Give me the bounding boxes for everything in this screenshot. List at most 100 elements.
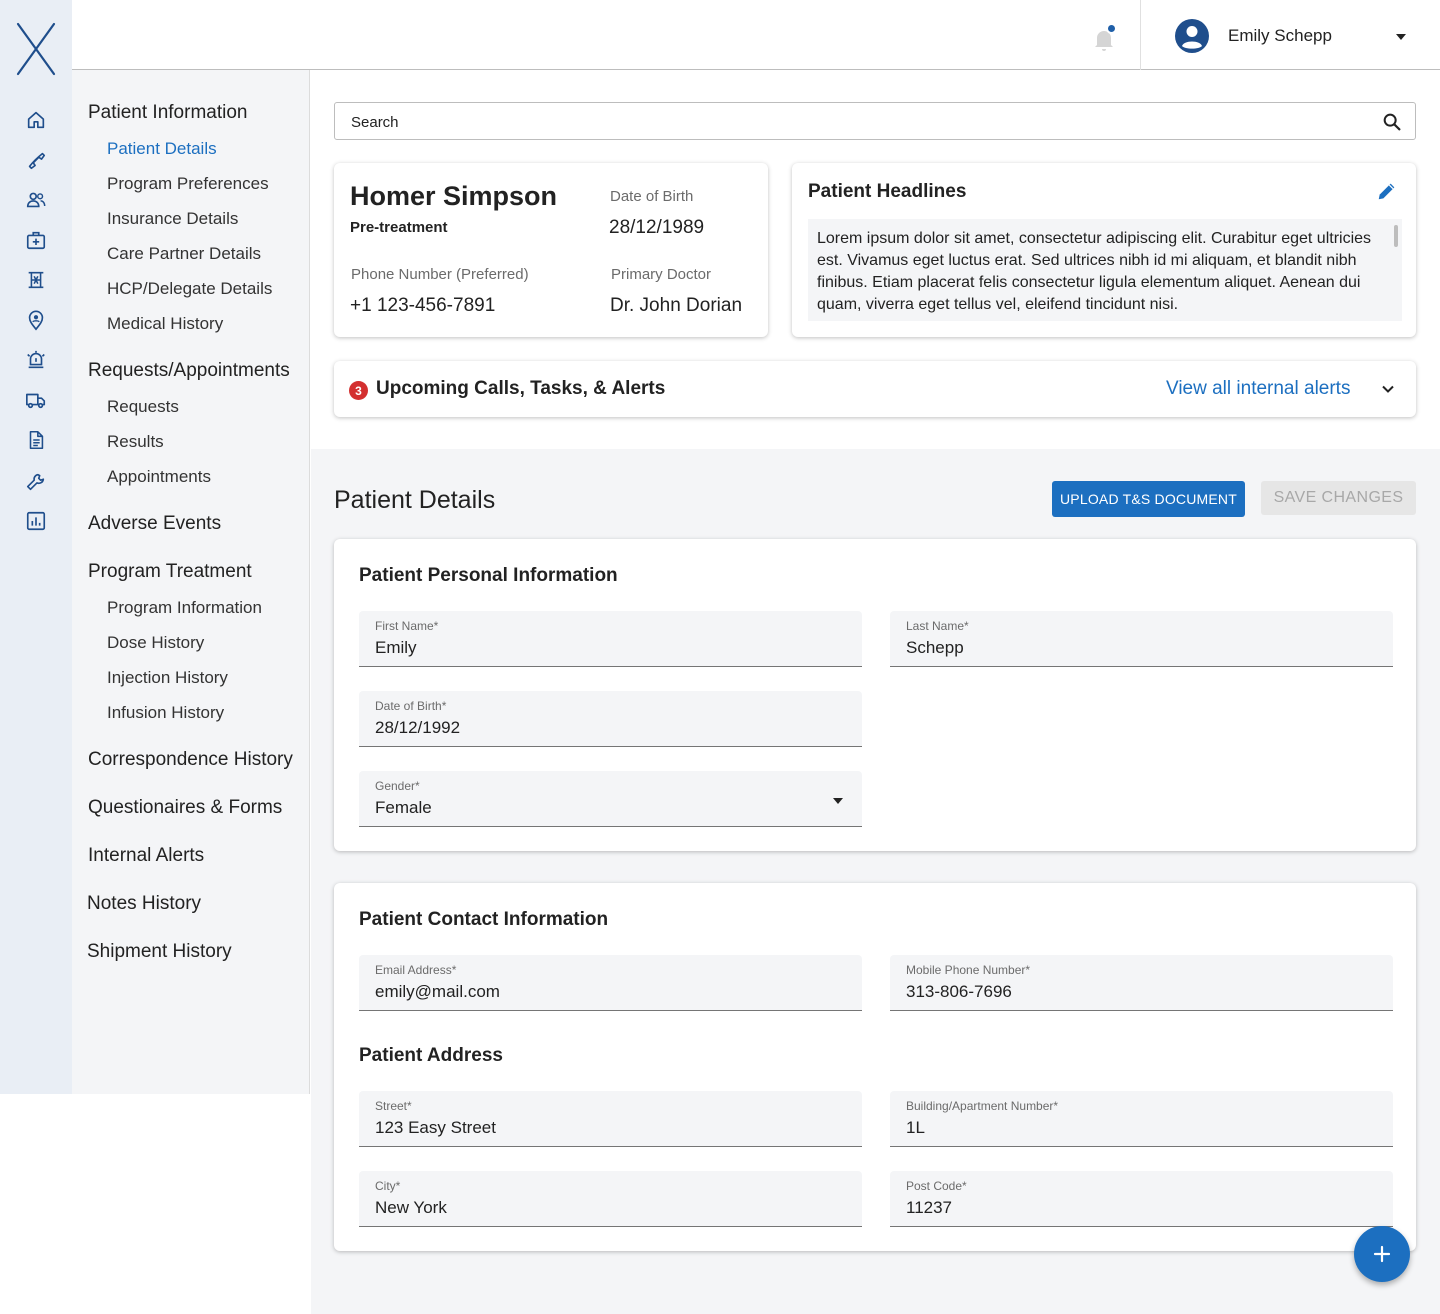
nav-section-requests-appointments[interactable]: Requests/Appointments	[88, 360, 290, 382]
nav-section-internal-alerts[interactable]: Internal Alerts	[88, 845, 204, 867]
patient-summary-card: Homer Simpson Pre-treatment Date of Birt…	[334, 163, 768, 337]
last-name-field[interactable]: Last Name* Schepp	[890, 611, 1393, 667]
headlines-body: Lorem ipsum dolor sit amet, consectetur …	[817, 230, 1372, 313]
street-label: Street*	[375, 1099, 412, 1113]
nav-item-dose-history[interactable]: Dose History	[107, 633, 204, 653]
headlines-scrollbar[interactable]	[1394, 225, 1398, 247]
nav-item-program-preferences[interactable]: Program Preferences	[107, 174, 269, 194]
upcoming-alerts-bar[interactable]: 3 Upcoming Calls, Tasks, & Alerts View a…	[334, 361, 1416, 417]
nav-section-notes-history[interactable]: Notes History	[87, 893, 201, 915]
personal-information-heading: Patient Personal Information	[359, 565, 618, 586]
patient-name: Homer Simpson	[350, 181, 558, 211]
nav-item-hcp-delegate-details[interactable]: HCP/Delegate Details	[107, 279, 272, 299]
building-field[interactable]: Building/Apartment Number* 1L	[890, 1091, 1393, 1147]
gender-value: Female	[375, 798, 432, 817]
city-label: City*	[375, 1179, 401, 1193]
patient-phone: +1 123-456-7891	[350, 295, 496, 316]
user-name[interactable]: Emily Schepp	[1228, 26, 1332, 46]
nav-item-appointments[interactable]: Appointments	[107, 467, 211, 487]
date-of-birth-label: Date of Birth*	[375, 699, 447, 713]
patient-phone-label: Phone Number (Preferred)	[351, 266, 529, 283]
search-icon[interactable]	[1381, 111, 1403, 133]
side-nav: Patient Information Patient Details Prog…	[72, 70, 310, 1094]
edit-pencil-icon[interactable]	[1376, 180, 1398, 202]
patient-dob-label: Date of Birth	[610, 188, 694, 205]
document-icon[interactable]	[24, 428, 48, 452]
user-menu-caret-icon[interactable]	[1394, 32, 1408, 42]
people-icon[interactable]	[24, 188, 48, 212]
nav-item-requests[interactable]: Requests	[107, 397, 179, 417]
nav-item-results[interactable]: Results	[107, 432, 164, 452]
account-avatar-icon[interactable]	[1174, 18, 1210, 54]
vaccine-icon[interactable]	[24, 268, 48, 292]
email-label: Email Address*	[375, 963, 457, 977]
view-all-alerts-link[interactable]: View all internal alerts	[1166, 378, 1350, 400]
upload-document-button[interactable]: UPLOAD T&S DOCUMENT	[1052, 481, 1245, 517]
first-name-field[interactable]: First Name* Emily	[359, 611, 862, 667]
email-value: emily@mail.com	[375, 982, 500, 1001]
post-code-field[interactable]: Post Code* 11237	[890, 1171, 1393, 1227]
post-code-label: Post Code*	[906, 1179, 967, 1193]
nav-item-care-partner-details[interactable]: Care Partner Details	[107, 244, 261, 264]
street-field[interactable]: Street* 123 Easy Street	[359, 1091, 862, 1147]
patient-address-heading: Patient Address	[359, 1045, 503, 1066]
home-icon[interactable]	[24, 108, 48, 132]
report-icon[interactable]	[24, 509, 48, 533]
nav-item-injection-history[interactable]: Injection History	[107, 668, 228, 688]
search-placeholder: Search	[351, 114, 399, 131]
nav-section-shipment-history[interactable]: Shipment History	[87, 941, 232, 963]
nav-section-questionaires-forms[interactable]: Questionaires & Forms	[88, 797, 282, 819]
patient-doctor-label: Primary Doctor	[611, 266, 712, 283]
building-label: Building/Apartment Number*	[906, 1099, 1059, 1113]
date-of-birth-value: 28/12/1992	[375, 718, 461, 737]
nav-item-program-information[interactable]: Program Information	[107, 598, 262, 618]
wrench-icon[interactable]	[24, 470, 48, 494]
mobile-phone-label: Mobile Phone Number*	[906, 963, 1031, 977]
icon-rail	[0, 0, 72, 1094]
building-value: 1L	[906, 1118, 925, 1137]
contact-information-card: Patient Contact Information Email Addres…	[334, 883, 1416, 1251]
last-name-value: Schepp	[906, 638, 964, 657]
nav-item-medical-history[interactable]: Medical History	[107, 314, 223, 334]
gender-label: Gender*	[375, 779, 420, 793]
nav-section-correspondence-history[interactable]: Correspondence History	[88, 749, 293, 771]
plus-icon	[1373, 1245, 1391, 1263]
app-logo[interactable]	[14, 22, 58, 76]
headlines-title: Patient Headlines	[808, 181, 967, 202]
city-field[interactable]: City* New York	[359, 1171, 862, 1227]
location-icon[interactable]	[24, 308, 48, 332]
nav-section-program-treatment[interactable]: Program Treatment	[88, 561, 252, 583]
first-name-label: First Name*	[375, 619, 439, 633]
contact-information-heading: Patient Contact Information	[359, 909, 609, 930]
patient-doctor: Dr. John Dorian	[610, 295, 743, 316]
patient-headlines-card: Patient Headlines Lorem ipsum dolor sit …	[792, 163, 1416, 337]
patient-status: Pre-treatment	[350, 219, 448, 236]
post-code-value: 11237	[906, 1198, 953, 1217]
notification-badge	[1106, 23, 1117, 34]
truck-icon[interactable]	[24, 388, 48, 412]
nav-item-patient-details[interactable]: Patient Details	[107, 139, 217, 159]
nav-section-patient-information[interactable]: Patient Information	[88, 102, 247, 124]
street-value: 123 Easy Street	[375, 1118, 496, 1137]
alerts-count-badge: 3	[349, 381, 368, 400]
save-changes-button[interactable]: SAVE CHANGES	[1261, 481, 1416, 515]
chevron-down-icon[interactable]	[1380, 381, 1396, 397]
nav-item-insurance-details[interactable]: Insurance Details	[107, 209, 238, 229]
headlines-text: Lorem ipsum dolor sit amet, consectetur …	[808, 219, 1402, 321]
mobile-phone-field[interactable]: Mobile Phone Number* 313-806-7696	[890, 955, 1393, 1011]
top-bar-divider	[1140, 0, 1141, 70]
search-input[interactable]: Search	[334, 102, 1416, 140]
add-fab-button[interactable]	[1354, 1226, 1410, 1282]
alarm-icon[interactable]	[24, 348, 48, 372]
medical-bag-icon[interactable]	[24, 228, 48, 252]
nav-section-adverse-events[interactable]: Adverse Events	[88, 513, 221, 535]
last-name-label: Last Name*	[906, 619, 969, 633]
nav-item-infusion-history[interactable]: Infusion History	[107, 703, 224, 723]
date-of-birth-field[interactable]: Date of Birth* 28/12/1992	[359, 691, 862, 747]
page-title: Patient Details	[334, 486, 496, 514]
email-field[interactable]: Email Address* emily@mail.com	[359, 955, 862, 1011]
phone-icon[interactable]	[24, 148, 48, 172]
gender-select[interactable]: Gender* Female	[359, 771, 862, 827]
mobile-phone-value: 313-806-7696	[906, 982, 1012, 1001]
dropdown-caret-icon[interactable]	[832, 797, 844, 805]
